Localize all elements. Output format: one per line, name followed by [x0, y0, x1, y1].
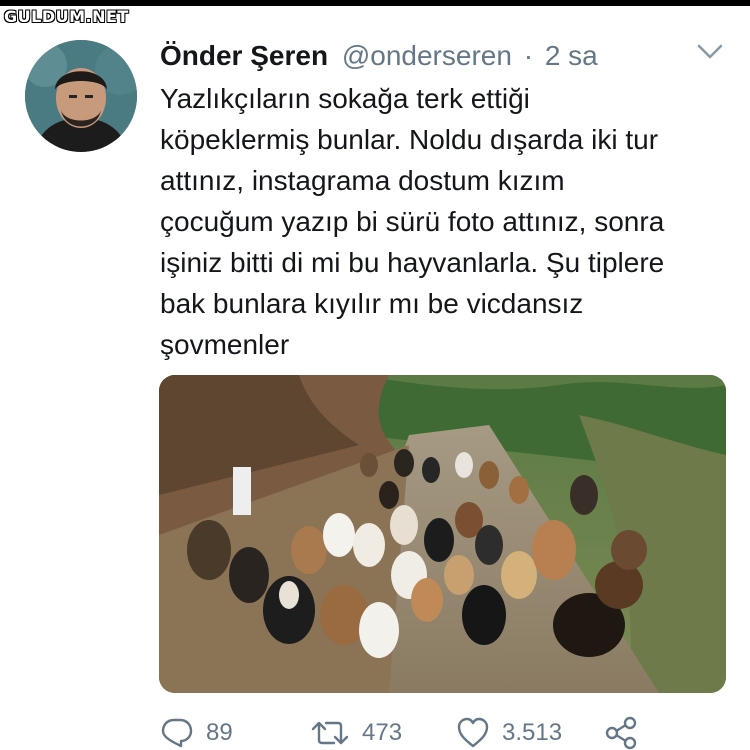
tweet-header: Önder Şeren @onderseren · 2 sa [160, 38, 598, 74]
reply-count: 89 [206, 719, 233, 746]
like-count: 3.513 [502, 719, 563, 746]
reply-button[interactable]: 89 [160, 716, 233, 750]
user-handle[interactable]: @onderseren [342, 40, 512, 71]
like-button[interactable]: 3.513 [456, 716, 562, 750]
top-border [0, 0, 750, 6]
tweet-text-line: şovmenler [160, 329, 290, 360]
avatar[interactable] [25, 40, 137, 152]
retweet-button[interactable]: 473 [310, 716, 402, 750]
tweet-actions: 89 473 3.513 [160, 716, 720, 750]
retweet-count: 473 [362, 719, 403, 746]
watermark-logo: GULDUM.NET [3, 6, 129, 26]
tweet-text-line: Yazlıkçıların sokağa terk ettiği [160, 83, 530, 114]
avatar-image [25, 40, 137, 152]
share-icon [604, 716, 638, 750]
display-name[interactable]: Önder Şeren [160, 40, 328, 71]
chevron-down-icon[interactable] [697, 42, 723, 62]
tweet-text: Yazlıkçıların sokağa terk ettiği köpekle… [160, 78, 735, 365]
share-button[interactable] [604, 716, 638, 750]
tweet-photo[interactable] [159, 375, 726, 693]
tweet-text-line: attınız, instagrama dostum kızım [160, 165, 565, 196]
tweet-text-line: köpeklermiş bunlar. Noldu dışarda iki tu… [160, 124, 659, 155]
dogs-photo [159, 375, 726, 693]
tweet-text-line: işiniz bitti di mi bu hayvanlarla. Şu ti… [160, 247, 665, 278]
tweet-text-line: bak bunlara kıyılır mı be vicdansız [160, 288, 584, 319]
reply-icon [160, 717, 194, 749]
heart-icon [456, 717, 490, 749]
retweet-icon [310, 717, 350, 749]
separator-dot: · [523, 40, 534, 71]
tweet-text-line: çocuğum yazıp bi sürü foto attınız, sonr… [160, 206, 665, 237]
timestamp[interactable]: 2 sa [545, 40, 598, 71]
